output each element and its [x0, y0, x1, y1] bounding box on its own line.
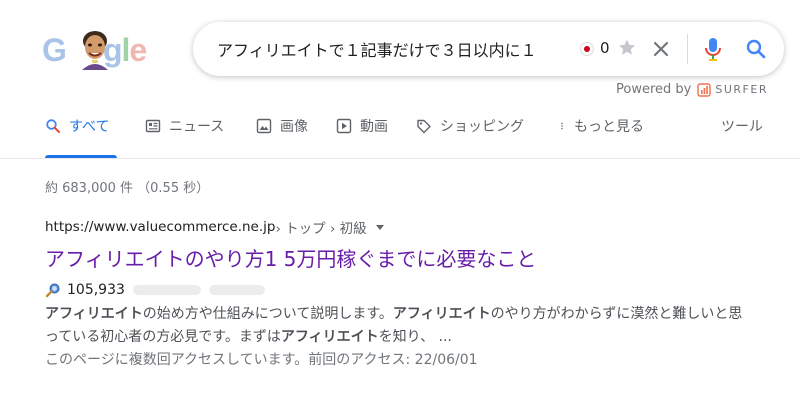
surfer-logo-icon	[697, 82, 712, 97]
placeholder-bar	[208, 285, 265, 295]
star-icon[interactable]	[616, 37, 638, 59]
result-metrics: 105,933	[45, 281, 745, 299]
caret-down-icon[interactable]	[375, 222, 385, 232]
tag-icon	[417, 119, 431, 134]
placeholder-bar	[132, 285, 201, 295]
divider	[687, 34, 688, 64]
search-tabs: すべて ニュース 画像 動画 ショッピング もっと見る ツール	[0, 116, 800, 158]
snippet-text: を知り、 ...	[378, 329, 452, 345]
tab-label: 画像	[280, 119, 308, 135]
tab-videos[interactable]: 動画	[336, 116, 388, 158]
result-title-link[interactable]: アフィリエイトのやり方1 5万円稼ぐまでに必要なこと	[45, 243, 745, 272]
search-icon[interactable]	[744, 37, 768, 61]
tab-shopping[interactable]: ショッピング	[416, 116, 524, 158]
powered-by-label: Powered by	[616, 82, 692, 97]
search-box: アフィリエイトで１記事だけで３日以内に１ 0	[193, 22, 784, 76]
snippet-keyword: アフィリエイト	[392, 306, 491, 322]
visited-note: このページに複数回アクセスしています。前回のアクセス: 22/06/01	[45, 352, 478, 368]
tab-tools[interactable]: ツール	[721, 116, 763, 158]
powered-by-surfer[interactable]: Powered by SURFER	[616, 82, 768, 97]
close-icon[interactable]	[649, 37, 673, 61]
doodle-portrait-icon	[82, 31, 108, 70]
google-doodle-logo[interactable]: Google	[42, 28, 147, 70]
microphone-icon[interactable]	[701, 36, 725, 62]
flag-count: 0	[600, 39, 610, 57]
tab-label: ショッピング	[440, 119, 524, 135]
result-url: https://www.valuecommerce.ne.jp	[45, 219, 276, 235]
snippet-keyword: アフィリエイト	[280, 329, 379, 345]
tab-images[interactable]: 画像	[256, 116, 308, 158]
result-breadcrumbs: › トップ › 初級	[275, 221, 367, 237]
search-input[interactable]: アフィリエイトで１記事だけで３日以内に１	[217, 37, 573, 61]
tab-label: ツール	[721, 119, 763, 135]
snippet-text: の始め方や仕組みについて説明します。	[142, 306, 393, 322]
tab-label: ニュース	[169, 119, 225, 135]
japan-flag-icon	[580, 42, 594, 56]
metric-value: 105,933	[67, 282, 125, 298]
search-icon	[46, 119, 60, 133]
video-icon	[336, 118, 352, 134]
more-vert-icon	[561, 122, 563, 130]
tab-label: すべて	[69, 119, 110, 135]
tab-label: 動画	[360, 119, 388, 135]
news-icon	[145, 119, 161, 133]
result-cite[interactable]: https://www.valuecommerce.ne.jp › トップ › …	[45, 217, 745, 237]
tab-more[interactable]: もっと見る	[560, 116, 644, 158]
tabs-divider	[0, 158, 800, 159]
surfer-label: SURFER	[715, 83, 768, 96]
search-result: https://www.valuecommerce.ne.jp › トップ › …	[45, 217, 745, 372]
result-stats: 約 683,000 件 （0.55 秒）	[45, 181, 210, 196]
tab-news[interactable]: ニュース	[145, 116, 224, 158]
keyword-search-icon	[45, 283, 60, 298]
tab-all[interactable]: すべて	[45, 116, 117, 158]
tab-label: もっと見る	[574, 119, 644, 135]
image-icon	[256, 118, 272, 134]
result-snippet: アフィリエイトの始め方や仕組みについて説明します。アフィリエイトのやり方がわから…	[45, 303, 745, 349]
snippet-keyword: アフィリエイト	[45, 306, 143, 322]
